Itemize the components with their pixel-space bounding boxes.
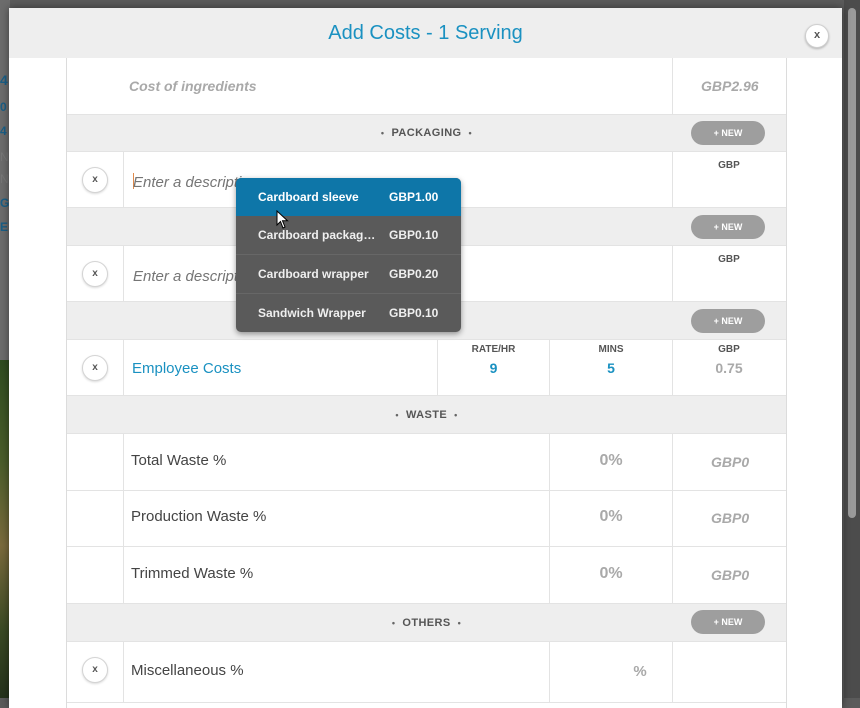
cost-value: 0.75	[715, 360, 743, 376]
packaging-new-button[interactable]: + NEW	[691, 121, 765, 145]
suggestion-item[interactable]: Sandwich Wrapper GBP0.10	[236, 294, 461, 332]
miscellaneous-name: Miscellaneous %	[131, 662, 244, 679]
waste-value: GBP0	[711, 510, 750, 526]
close-icon[interactable]: x	[805, 24, 829, 48]
waste-value: GBP0	[711, 567, 750, 583]
mins-header: MINS	[598, 344, 624, 355]
new-button[interactable]: + NEW	[691, 215, 765, 239]
rate-value[interactable]: 9	[438, 360, 549, 376]
waste-value: GBP0	[711, 454, 750, 470]
add-costs-modal: Add Costs - 1 Serving x Cost of ingredie…	[9, 8, 842, 708]
waste-percent[interactable]: 0%	[550, 508, 672, 526]
cost-header: GBP	[718, 344, 740, 355]
currency-label: GBP	[718, 160, 740, 171]
waste-row: Total Waste % 0% GBP0	[67, 434, 786, 491]
percent-symbol: %	[633, 663, 647, 680]
others-section-title: OTHERS	[402, 616, 451, 629]
labour-new-button[interactable]: + NEW	[691, 309, 765, 333]
rate-header: RATE/HR	[471, 344, 516, 355]
remove-icon[interactable]: x	[82, 167, 108, 193]
suggestion-item[interactable]: Cardboard packaging GBP0.10	[236, 216, 461, 255]
suggestion-item[interactable]: Cardboard sleeve GBP1.00	[236, 178, 461, 216]
remove-icon[interactable]: x	[82, 355, 108, 381]
suggestion-name: Cardboard wrapper	[258, 267, 369, 281]
page-scrollbar[interactable]	[844, 0, 860, 698]
remove-icon[interactable]: x	[82, 657, 108, 683]
ingredients-row: Cost of ingredients GBP2.96	[67, 58, 786, 115]
waste-name: Production Waste %	[131, 508, 267, 525]
ingredients-value: GBP2.96	[701, 78, 759, 94]
waste-row: Trimmed Waste % 0% GBP0	[67, 547, 786, 604]
employee-costs-row: x Employee Costs RATE/HR 9 MINS 5 GBP 0.…	[67, 340, 786, 396]
suggestion-name: Sandwich Wrapper	[258, 306, 366, 320]
waste-name: Trimmed Waste %	[131, 565, 254, 582]
waste-section-header: • WASTE •	[67, 396, 786, 434]
suggestion-item[interactable]: Cardboard wrapper GBP0.20	[236, 255, 461, 294]
suggestion-price: GBP0.10	[389, 228, 439, 242]
miscellaneous-row: x Miscellaneous % %	[67, 642, 786, 703]
description-suggestions-dropdown: Cardboard sleeve GBP1.00 Cardboard packa…	[236, 178, 461, 332]
ingredients-label: Cost of ingredients	[129, 78, 257, 94]
mins-value[interactable]: 5	[550, 360, 672, 376]
costs-table: Cost of ingredients GBP2.96 • PACKAGING • …	[66, 58, 787, 708]
others-section-header: • OTHERS • + NEW	[67, 604, 786, 642]
remove-icon[interactable]: x	[82, 261, 108, 287]
modal-title: Add Costs - 1 Serving	[328, 22, 523, 44]
suggestion-price: GBP1.00	[389, 190, 439, 204]
suggestion-price: GBP0.20	[389, 267, 439, 281]
waste-name: Total Waste %	[131, 452, 227, 469]
suggestion-price: GBP0.10	[389, 306, 439, 320]
modal-header: Add Costs - 1 Serving x	[9, 8, 842, 58]
packaging-section-title: PACKAGING	[391, 127, 462, 139]
waste-row: Production Waste % 0% GBP0	[67, 491, 786, 547]
currency-label: GBP	[718, 254, 740, 265]
mouse-pointer-icon	[276, 210, 289, 229]
others-new-button[interactable]: + NEW	[691, 610, 765, 634]
employee-costs-link[interactable]: Employee Costs	[132, 360, 241, 377]
waste-percent[interactable]: 0%	[550, 452, 672, 470]
scrollbar-thumb[interactable]	[848, 8, 856, 518]
waste-section-title: WASTE	[405, 408, 448, 421]
waste-percent[interactable]: 0%	[550, 565, 672, 583]
packaging-section-header: • PACKAGING • + NEW	[67, 115, 786, 152]
